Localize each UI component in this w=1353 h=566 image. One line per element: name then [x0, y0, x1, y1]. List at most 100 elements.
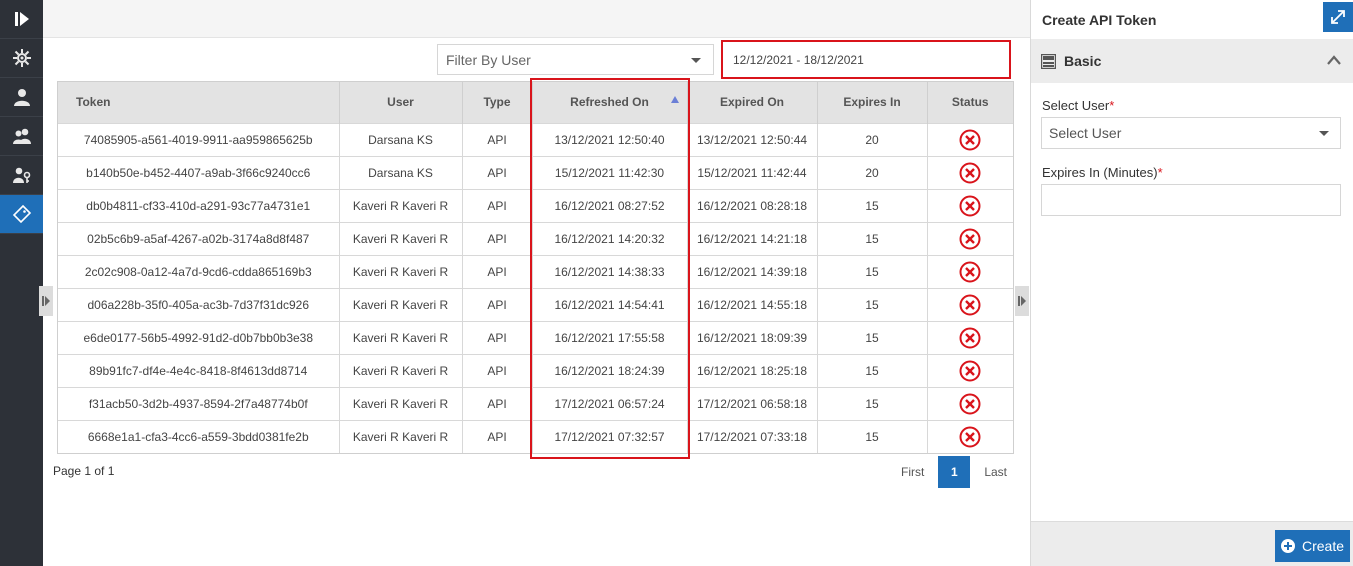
expires-in-cell: 15: [817, 221, 928, 255]
filter-by-user-select[interactable]: Filter By User: [437, 44, 714, 75]
column-header-type[interactable]: Type: [462, 82, 533, 123]
table-row[interactable]: e6de0177-56b5-4992-91d2-d0b7bb0b3e38 Kave…: [58, 320, 1013, 354]
type-cell: API: [462, 155, 533, 189]
create-token-panel: Create API Token Basic Select User* Sele…: [1030, 0, 1353, 566]
chevron-up-icon: [1327, 55, 1341, 65]
table-row[interactable]: 02b5c6b9-a5af-4267-a02b-3174a8d8f487 Kave…: [58, 221, 1013, 255]
right-collapse-handle[interactable]: [1015, 286, 1029, 316]
token-cell: e6de0177-56b5-4992-91d2-d0b7bb0b3e38: [58, 320, 340, 354]
expired-on-cell: 13/12/2021 12:50:44: [687, 122, 818, 156]
table-row[interactable]: 2c02c908-0a12-4a7d-9cd6-cdda865169b3 Kave…: [58, 254, 1013, 288]
expires-in-cell: 20: [817, 155, 928, 189]
status-expired-icon[interactable]: [959, 294, 981, 316]
expires-in-cell: 15: [817, 320, 928, 354]
table-row[interactable]: b140b50e-b452-4407-a9ab-3f66c9240cc6 Dars…: [58, 155, 1013, 189]
expires-in-cell: 15: [817, 386, 928, 420]
token-cell: 02b5c6b9-a5af-4267-a02b-3174a8d8f487: [58, 221, 340, 255]
nav-item-user-key[interactable]: [0, 156, 43, 195]
type-cell: API: [462, 287, 533, 321]
status-cell: [927, 188, 1013, 222]
user-cell: Kaveri R Kaveri R: [339, 188, 463, 222]
status-expired-icon[interactable]: [959, 162, 981, 184]
type-cell: API: [462, 320, 533, 354]
gear-network-icon: [12, 49, 31, 67]
filter-by-user-placeholder: Filter By User: [446, 51, 531, 68]
nav-item-api-tokens[interactable]: [0, 195, 43, 234]
status-expired-icon[interactable]: [959, 129, 981, 151]
user-key-icon: [12, 167, 30, 183]
page-info: Page 1 of 1: [53, 464, 115, 478]
panel-title: Create API Token: [1031, 0, 1353, 39]
nav-item-user[interactable]: [0, 78, 43, 117]
users-icon: [12, 128, 31, 144]
user-icon: [13, 89, 30, 106]
refreshed-on-cell: 16/12/2021 08:27:52: [532, 188, 688, 222]
create-button[interactable]: Create: [1275, 530, 1350, 562]
token-cell: 6668e1a1-cfa3-4cc6-a559-3bdd0381fe2b: [58, 419, 340, 453]
table-row[interactable]: 89b91fc7-df4e-4e4c-8418-8f4613dd8714 Kave…: [58, 353, 1013, 387]
user-cell: Kaveri R Kaveri R: [339, 254, 463, 288]
expired-on-cell: 16/12/2021 18:25:18: [687, 353, 818, 387]
date-range-picker[interactable]: 12/12/2021 - 18/12/2021: [721, 40, 1011, 79]
type-cell: API: [462, 221, 533, 255]
main-content: Filter By User 12/12/2021 - 18/12/2021 T…: [39, 0, 1030, 566]
status-expired-icon[interactable]: [959, 261, 981, 283]
type-cell: API: [462, 254, 533, 288]
status-expired-icon[interactable]: [959, 327, 981, 349]
left-collapse-handle[interactable]: [39, 286, 53, 316]
status-expired-icon[interactable]: [959, 195, 981, 217]
column-header-expires-in[interactable]: Expires In: [817, 82, 928, 123]
column-header-token[interactable]: Token: [58, 82, 340, 123]
expired-on-cell: 17/12/2021 07:33:18: [687, 419, 818, 453]
column-header-status[interactable]: Status: [927, 82, 1013, 123]
select-user-dropdown[interactable]: Select User: [1041, 117, 1341, 149]
table-row[interactable]: db0b4811-cf33-410d-a291-93c77a4731e1 Kave…: [58, 188, 1013, 222]
expires-in-input[interactable]: [1041, 184, 1341, 216]
create-button-label: Create: [1301, 538, 1345, 554]
nav-expand-button[interactable]: [0, 0, 43, 39]
status-expired-icon[interactable]: [959, 426, 981, 448]
section-basic[interactable]: Basic: [1031, 39, 1353, 83]
expires-in-cell: 15: [817, 287, 928, 321]
token-cell: b140b50e-b452-4407-a9ab-3f66c9240cc6: [58, 155, 340, 189]
expired-on-cell: 15/12/2021 11:42:44: [687, 155, 818, 189]
ticket-icon: [12, 204, 31, 224]
expand-panel-button[interactable]: [1323, 2, 1353, 32]
refreshed-on-cell: 16/12/2021 14:38:33: [532, 254, 688, 288]
user-cell: Kaveri R Kaveri R: [339, 353, 463, 387]
table-body: 74085905-a561-4019-9911-aa959865625b Dars…: [58, 122, 1013, 453]
table-header-row: Token User Type Refreshed On Expired On …: [58, 82, 1013, 123]
nav-item-users[interactable]: [0, 117, 43, 156]
token-cell: f31acb50-3d2b-4937-8594-2f7a48774b0f: [58, 386, 340, 420]
tokens-table: Token User Type Refreshed On Expired On …: [57, 81, 1014, 454]
last-page-link[interactable]: Last: [970, 465, 1021, 479]
user-cell: Darsana KS: [339, 155, 463, 189]
expires-in-cell: 15: [817, 254, 928, 288]
table-row[interactable]: 74085905-a561-4019-9911-aa959865625b Dars…: [58, 122, 1013, 156]
status-expired-icon[interactable]: [959, 393, 981, 415]
page-button-1[interactable]: 1: [938, 456, 971, 488]
nav-item-settings[interactable]: [0, 39, 43, 78]
column-header-expired-on[interactable]: Expired On: [687, 82, 818, 123]
status-cell: [927, 122, 1013, 156]
refreshed-on-cell: 15/12/2021 11:42:30: [532, 155, 688, 189]
token-cell: 2c02c908-0a12-4a7d-9cd6-cdda865169b3: [58, 254, 340, 288]
column-header-refreshed-on[interactable]: Refreshed On: [532, 82, 688, 123]
column-header-user[interactable]: User: [339, 82, 463, 123]
status-expired-icon[interactable]: [959, 228, 981, 250]
table-row[interactable]: 6668e1a1-cfa3-4cc6-a559-3bdd0381fe2b Kave…: [58, 419, 1013, 453]
expires-in-cell: 15: [817, 419, 928, 453]
user-cell: Kaveri R Kaveri R: [339, 287, 463, 321]
first-page-link[interactable]: First: [887, 465, 938, 479]
select-user-label: Select User*: [1042, 98, 1114, 113]
refreshed-on-cell: 16/12/2021 14:54:41: [532, 287, 688, 321]
table-row[interactable]: f31acb50-3d2b-4937-8594-2f7a48774b0f Kave…: [58, 386, 1013, 420]
type-cell: API: [462, 419, 533, 453]
status-expired-icon[interactable]: [959, 360, 981, 382]
refreshed-on-cell: 16/12/2021 18:24:39: [532, 353, 688, 387]
table-row[interactable]: d06a228b-35f0-405a-ac3b-7d37f31dc926 Kave…: [58, 287, 1013, 321]
status-cell: [927, 254, 1013, 288]
user-cell: Kaveri R Kaveri R: [339, 419, 463, 453]
user-cell: Kaveri R Kaveri R: [339, 320, 463, 354]
token-cell: 89b91fc7-df4e-4e4c-8418-8f4613dd8714: [58, 353, 340, 387]
